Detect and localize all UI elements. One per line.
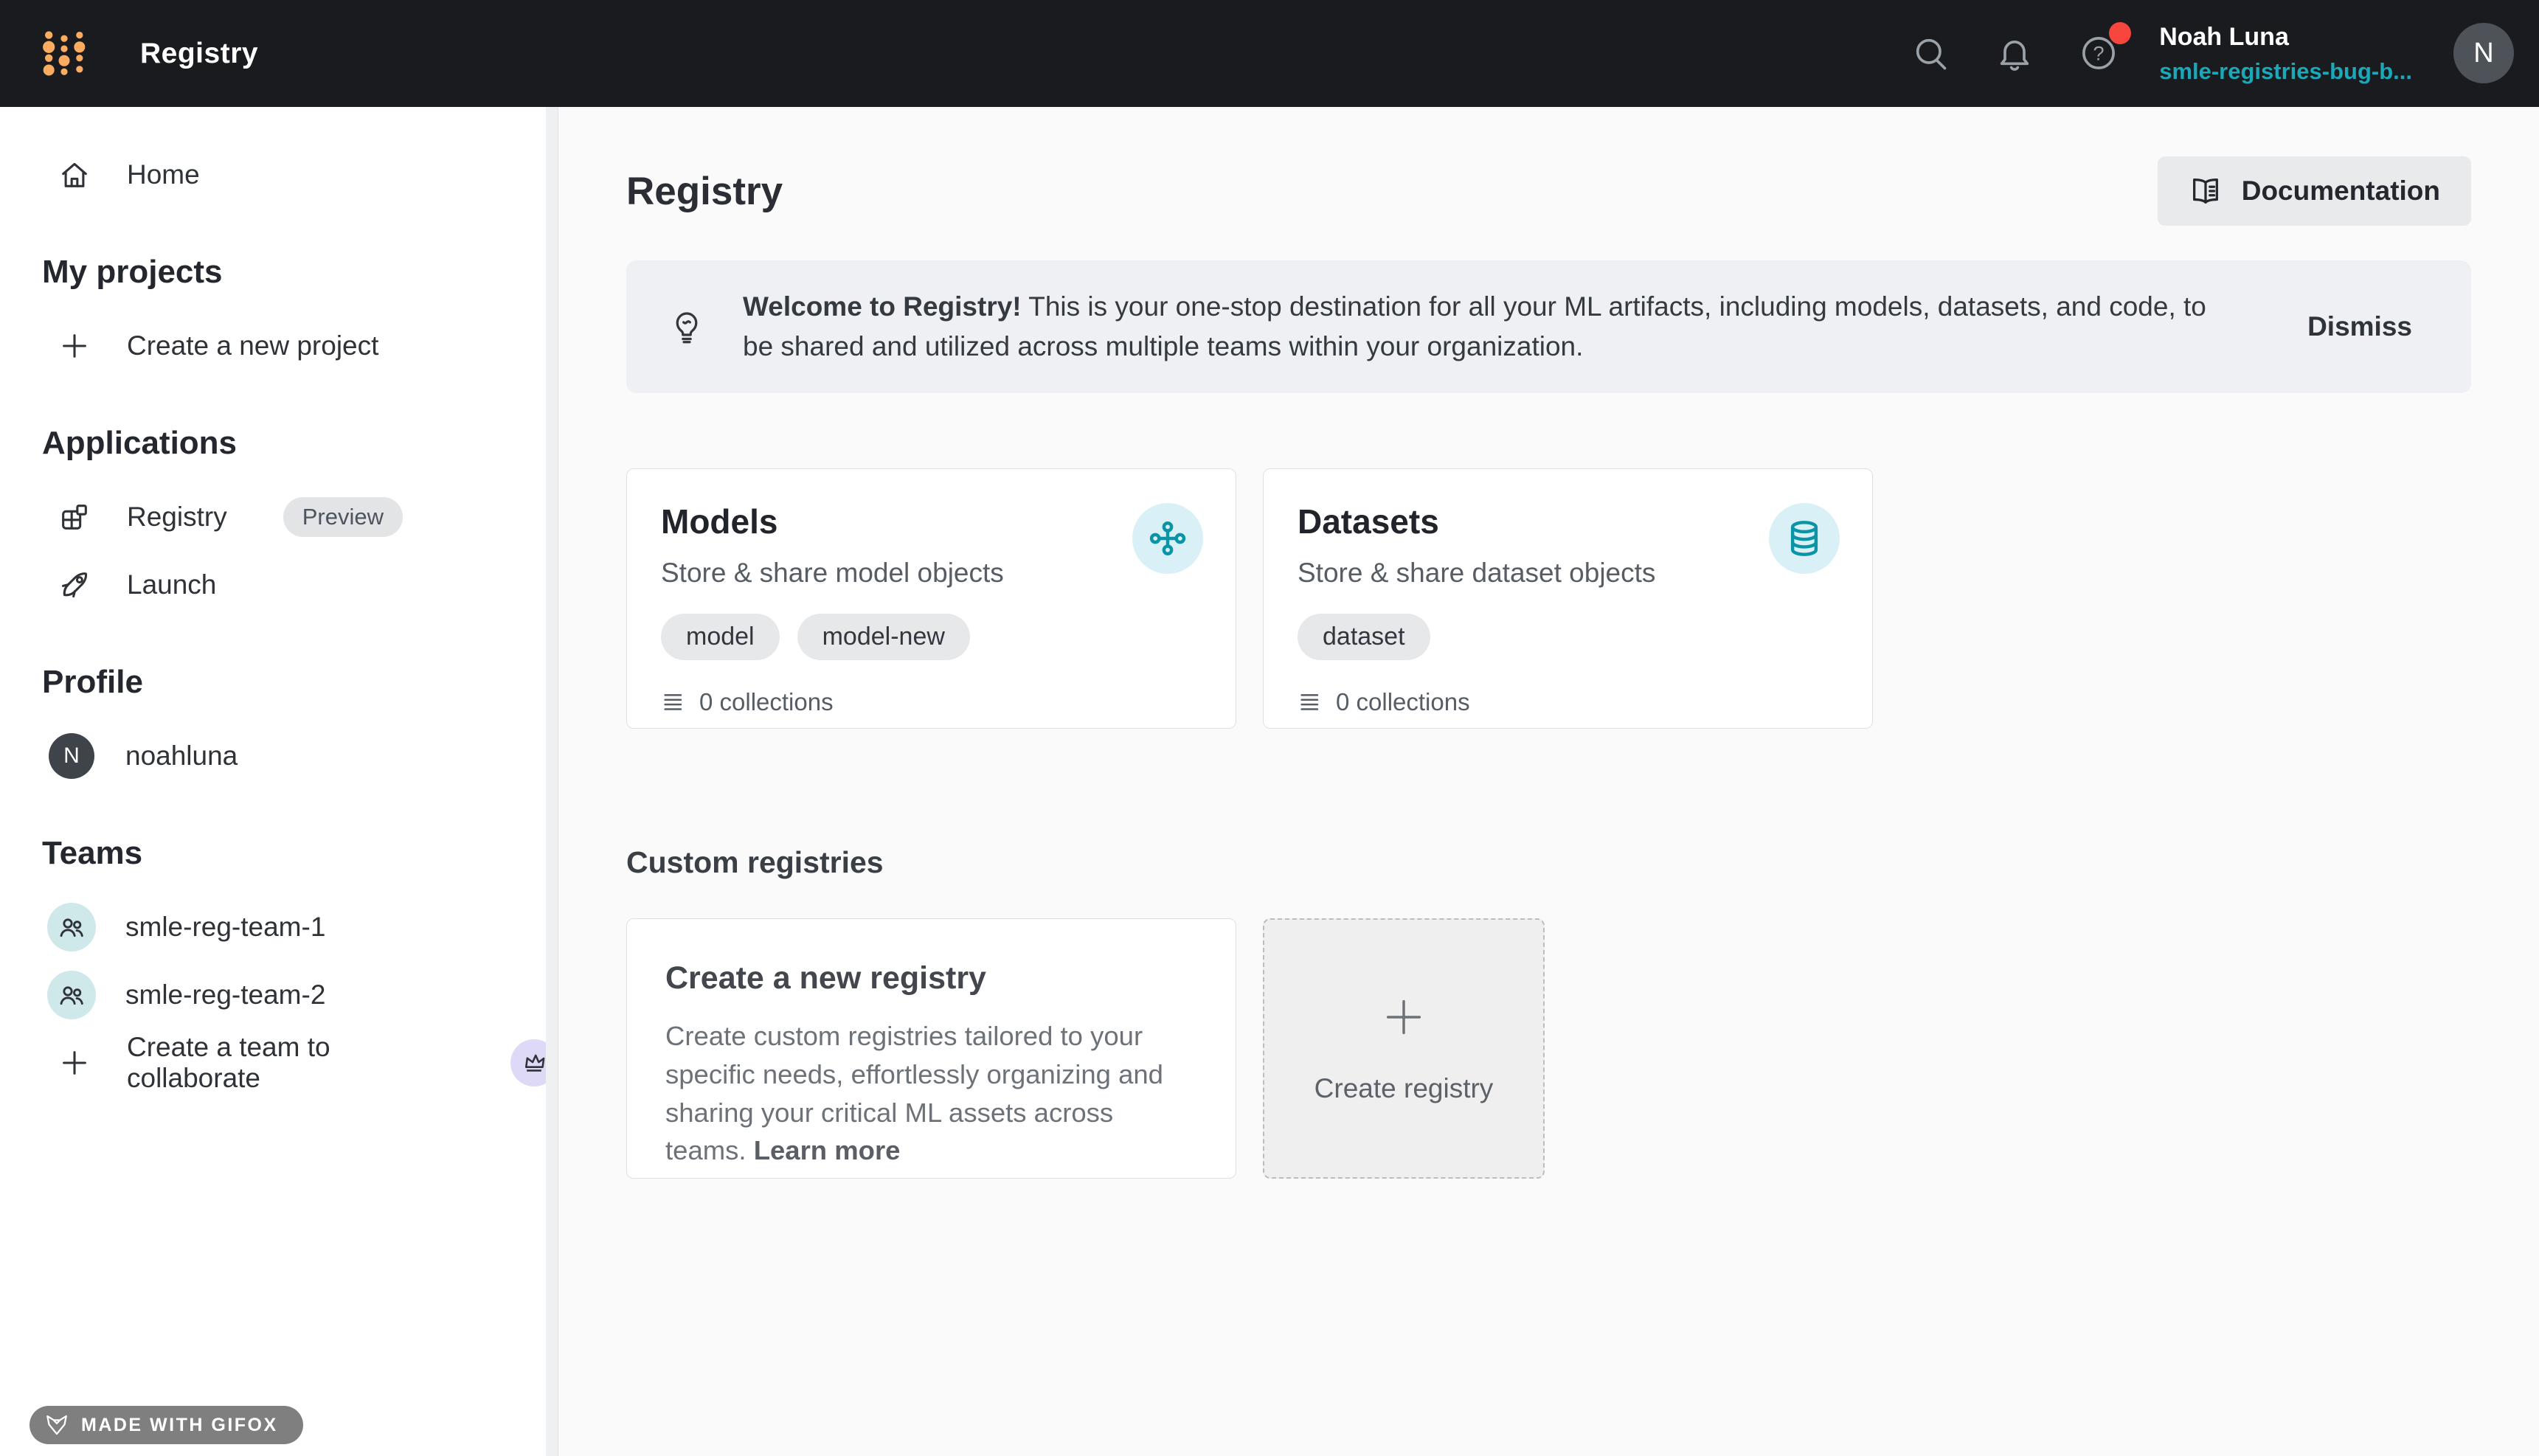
search-button[interactable]	[1911, 34, 1950, 72]
welcome-banner: Welcome to Registry! This is your one-st…	[626, 260, 2471, 393]
artifact-type-tag: dataset	[1298, 614, 1430, 660]
documentation-button[interactable]: Documentation	[2158, 156, 2471, 226]
card-subtitle: Store & share model objects	[661, 558, 1202, 589]
core-registries-row: Models Store & share model objects model…	[626, 468, 2471, 729]
notification-dot	[2109, 22, 2131, 44]
user-menu[interactable]: Noah Luna smle-registries-bug-b...	[2159, 22, 2412, 86]
sidebar-item-label: Launch	[127, 569, 216, 600]
datasets-registry-card[interactable]: Datasets Store & share dataset objects d…	[1263, 468, 1873, 729]
lightbulb-icon	[668, 308, 706, 346]
sidebar-item-label: Create a new project	[127, 330, 378, 361]
create-registry-label: Create registry	[1314, 1073, 1494, 1104]
topbar-app-title: Registry	[140, 38, 258, 70]
sidebar-item-profile[interactable]: N noahluna	[0, 722, 558, 790]
sidebar-item-launch[interactable]: Launch	[0, 551, 558, 619]
collections-label: 0 collections	[699, 688, 834, 716]
dataset-icon-bubble	[1769, 503, 1840, 574]
wandb-logo-icon	[37, 27, 91, 81]
sidebar-item-label: Create a team to collaborate	[127, 1032, 459, 1094]
create-registry-info-card: Create a new registry Create custom regi…	[626, 918, 1236, 1179]
plus-icon	[58, 329, 91, 363]
sidebar-item-home[interactable]: Home	[0, 141, 558, 209]
search-icon	[1911, 34, 1950, 72]
custom-registries-header: Custom registries	[626, 845, 2471, 880]
sidebar-item-team-1[interactable]: smle-reg-team-1	[0, 893, 558, 961]
info-body-text: Create custom registries tailored to you…	[665, 1021, 1163, 1165]
plus-icon	[58, 1046, 91, 1080]
custom-registries-row: Create a new registry Create custom regi…	[626, 918, 2471, 1179]
models-registry-card[interactable]: Models Store & share model objects model…	[626, 468, 1236, 729]
sidebar-item-label: Home	[127, 159, 200, 190]
page-header: Registry Documentation	[626, 154, 2471, 228]
page-title: Registry	[626, 169, 783, 214]
team-icon	[57, 980, 86, 1010]
sidebar-item-team-2[interactable]: smle-reg-team-2	[0, 961, 558, 1029]
sidebar-item-label: smle-reg-team-2	[125, 980, 325, 1010]
preview-badge: Preview	[283, 497, 403, 537]
info-card-title: Create a new registry	[665, 960, 1197, 996]
registry-grid-icon	[58, 500, 91, 534]
artifact-type-tag: model	[661, 614, 780, 660]
bell-icon	[1995, 34, 2034, 72]
sidebar: Home My projects Create a new project Ap…	[0, 107, 558, 1456]
profile-avatar: N	[49, 733, 94, 779]
wandb-logo[interactable]	[37, 27, 91, 81]
fox-icon	[44, 1412, 69, 1438]
sidebar-item-create-project[interactable]: Create a new project	[0, 312, 558, 380]
avatar[interactable]: N	[2453, 23, 2514, 83]
model-icon-bubble	[1132, 503, 1203, 574]
sidebar-header-teams: Teams	[0, 831, 558, 876]
banner-text: Welcome to Registry! This is your one-st…	[743, 287, 2241, 366]
sidebar-item-registry[interactable]: Registry Preview	[0, 483, 558, 551]
sidebar-item-label: noahluna	[125, 741, 238, 772]
card-title: Models	[661, 502, 1202, 541]
home-icon	[58, 158, 91, 192]
sidebar-scrollbar[interactable]	[546, 107, 558, 1456]
topbar: Registry ? Noah Luna smle-registries-bug…	[0, 0, 2539, 107]
collections-label: 0 collections	[1336, 688, 1470, 716]
gifox-label: MADE WITH GIFOX	[81, 1415, 278, 1436]
sidebar-item-label: Registry	[127, 502, 227, 533]
sidebar-header-applications: Applications	[0, 421, 558, 465]
svg-text:?: ?	[2093, 42, 2105, 65]
main-content: Registry Documentation Welcome to Regist…	[558, 107, 2539, 1456]
card-subtitle: Store & share dataset objects	[1298, 558, 1838, 589]
sidebar-header-profile: Profile	[0, 660, 558, 704]
notifications-button[interactable]	[1995, 34, 2034, 72]
sidebar-item-create-team[interactable]: Create a team to collaborate	[0, 1029, 558, 1097]
crown-icon	[520, 1049, 548, 1077]
tag-row: model model-new	[661, 614, 1202, 660]
user-name: Noah Luna	[2159, 22, 2412, 52]
plus-icon	[1380, 994, 1427, 1041]
card-title: Datasets	[1298, 502, 1838, 541]
create-registry-button[interactable]: Create registry	[1263, 918, 1545, 1179]
collections-count: 0 collections	[1298, 688, 1838, 716]
info-card-body: Create custom registries tailored to you…	[665, 1017, 1197, 1170]
artifact-type-tag: model-new	[797, 614, 970, 660]
list-icon	[661, 690, 686, 715]
sidebar-header-my-projects: My projects	[0, 250, 558, 294]
user-org-link[interactable]: smle-registries-bug-b...	[2159, 58, 2412, 85]
team-avatar	[47, 903, 96, 951]
sidebar-item-label: smle-reg-team-1	[125, 912, 325, 943]
made-with-gifox-badge: MADE WITH GIFOX	[30, 1406, 303, 1444]
list-icon	[1298, 690, 1323, 715]
team-avatar	[47, 971, 96, 1019]
collections-count: 0 collections	[661, 688, 1202, 716]
team-icon	[57, 912, 86, 942]
tag-row: dataset	[1298, 614, 1838, 660]
model-graph-icon	[1147, 518, 1188, 559]
topbar-actions: ? Noah Luna smle-registries-bug-b... N	[1866, 22, 2514, 86]
banner-bold: Welcome to Registry!	[743, 291, 1022, 322]
learn-more-link[interactable]: Learn more	[754, 1135, 901, 1165]
help-button[interactable]: ?	[2079, 34, 2118, 72]
documentation-label: Documentation	[2242, 176, 2440, 207]
rocket-icon	[58, 568, 91, 602]
database-icon	[1784, 518, 1825, 559]
book-icon	[2189, 174, 2223, 208]
dismiss-button[interactable]: Dismiss	[2278, 297, 2442, 357]
